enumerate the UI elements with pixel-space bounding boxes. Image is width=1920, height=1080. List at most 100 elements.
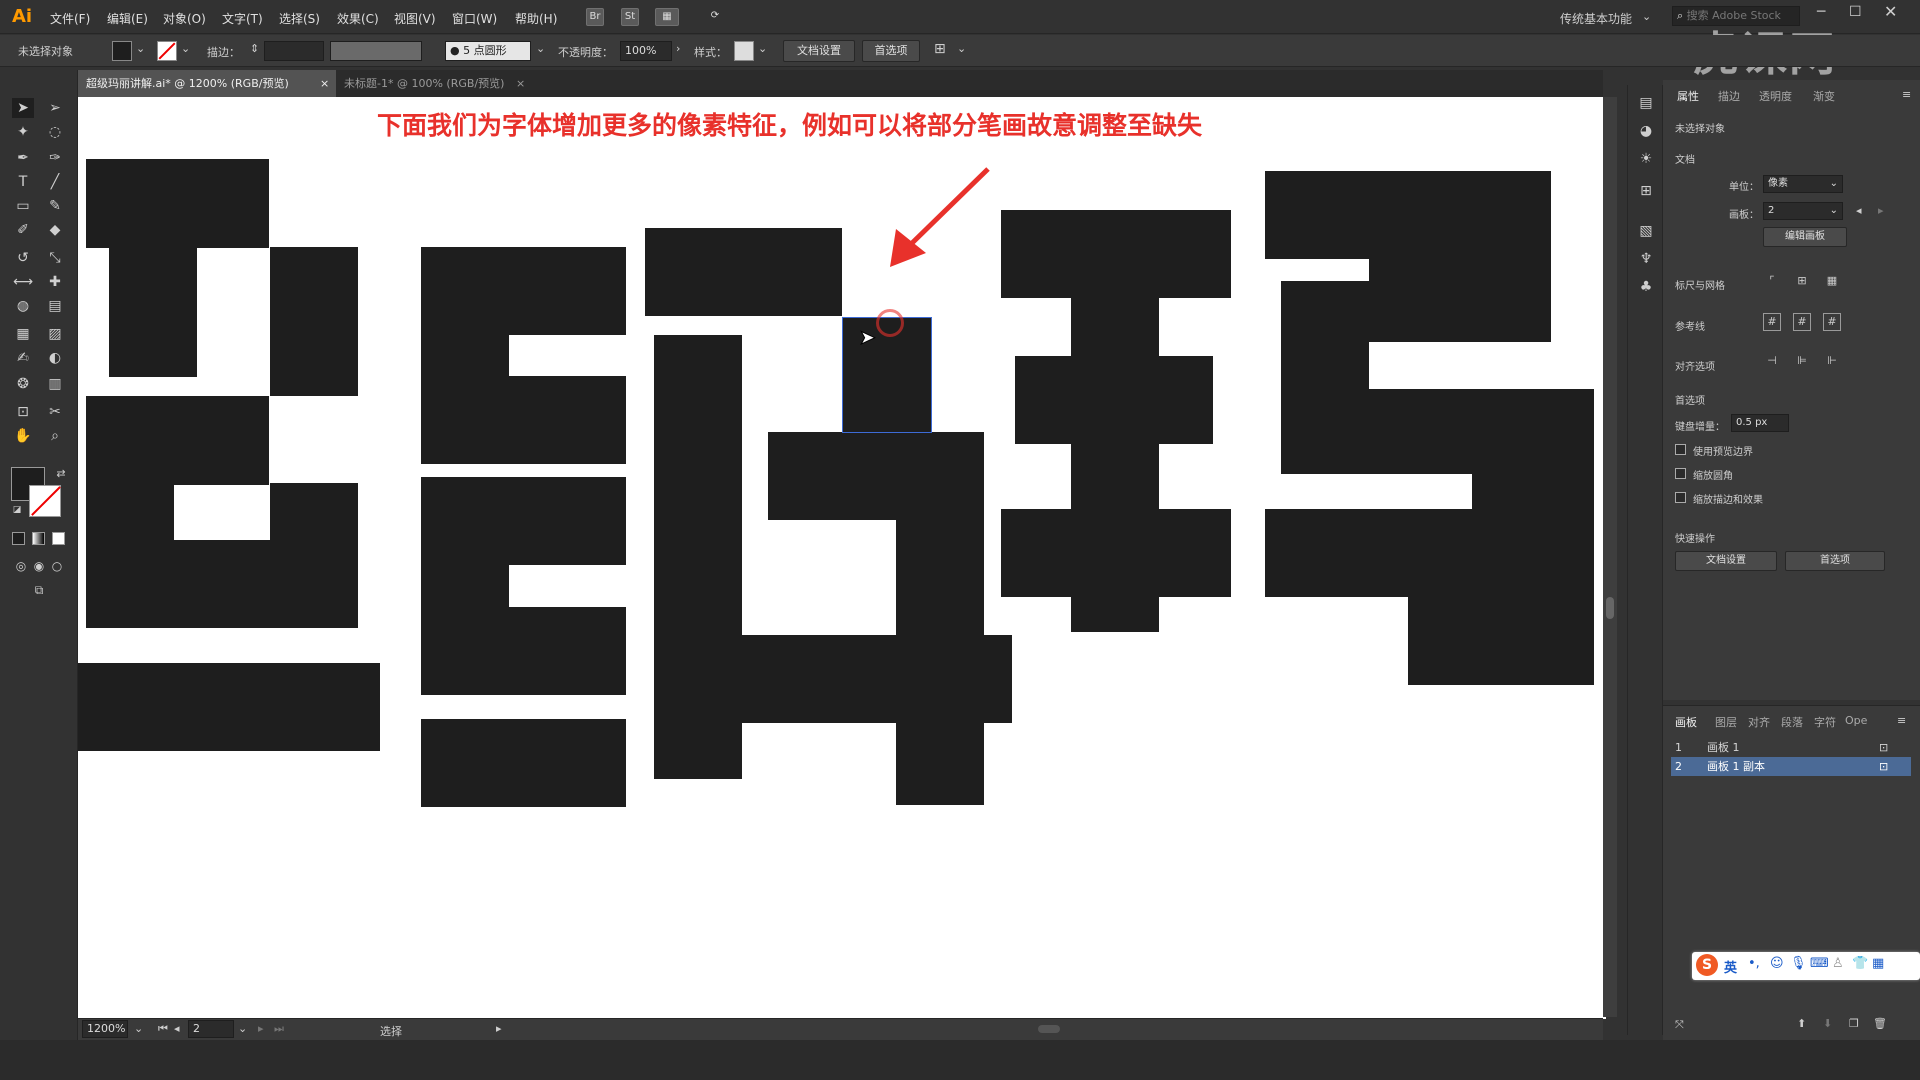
maximize-icon[interactable]: ☐ (1849, 4, 1862, 20)
fill-swatch[interactable] (112, 41, 132, 61)
glyph-ji-stroke[interactable] (896, 432, 984, 805)
artboard-row[interactable]: 2 画板 1 副本 ⊡ (1671, 757, 1911, 776)
eyedropper-tool-icon[interactable]: ✍ (12, 348, 34, 368)
eraser-tool-icon[interactable]: ◆ (44, 220, 66, 240)
gradient-mode-icon[interactable] (32, 532, 45, 545)
glyph-chao-stroke[interactable] (86, 396, 269, 485)
glyph-chao-stroke[interactable] (86, 159, 269, 248)
menu-select[interactable]: 选择(S) (279, 10, 320, 27)
snap-to-point-icon[interactable]: ⊣ (1763, 353, 1781, 371)
scale-strokes-checkbox[interactable] (1675, 492, 1686, 503)
magic-wand-tool-icon[interactable]: ✦ (12, 122, 34, 142)
show-guides-icon[interactable]: # (1763, 313, 1781, 331)
menu-file[interactable]: 文件(F) (50, 10, 90, 27)
snap-to-pixel-icon[interactable]: ⊫ (1793, 353, 1811, 371)
zoom-level[interactable]: 1200% (82, 1020, 128, 1038)
symbol-sprayer-tool-icon[interactable]: ❂ (12, 374, 34, 394)
symbols-panel-icon[interactable]: ♣ (1635, 277, 1657, 297)
smart-guides-icon[interactable]: # (1823, 313, 1841, 331)
workspace-chevron-icon[interactable]: ⌄ (1642, 10, 1651, 23)
transform-panel-icon[interactable]: ⊞ (1635, 181, 1657, 201)
artboard-chevron-icon[interactable]: ⌄ (238, 1022, 247, 1035)
artboard-select[interactable]: 2 ⌄ (1763, 202, 1843, 220)
brush-definition[interactable]: ● 5 点圆形 (445, 41, 531, 61)
color-mode-icon[interactable] (12, 532, 25, 545)
tab-paragraph[interactable]: 段落 (1781, 714, 1803, 730)
toolbox-icon[interactable]: ▦ (1872, 956, 1884, 971)
menu-help[interactable]: 帮助(H) (515, 10, 557, 27)
swap-colors-icon[interactable]: ⇄ (50, 464, 72, 484)
stroke-chevron-icon[interactable]: ⌄ (181, 42, 190, 55)
tab-super-mario[interactable]: 超级玛丽讲解.ai* @ 1200% (RGB/预览) × (78, 70, 336, 97)
glyph-chao-stroke[interactable] (174, 540, 358, 628)
sogou-logo-icon[interactable]: S (1696, 954, 1718, 976)
new-artboard-icon[interactable]: ❐ (1849, 1017, 1859, 1030)
mesh-tool-icon[interactable]: ▦ (12, 324, 34, 344)
glyph-ma-stroke[interactable] (1265, 509, 1594, 597)
tab-stroke[interactable]: 描边 (1718, 88, 1740, 104)
input-mode-toggle[interactable]: 英 (1724, 957, 1737, 976)
glyph-ji-stroke[interactable] (421, 477, 626, 565)
arrange-documents-icon[interactable]: ▦ (655, 8, 679, 26)
glyph-ma-stroke[interactable] (1408, 597, 1594, 685)
user-icon[interactable]: ♙ (1832, 956, 1844, 971)
artboard-row[interactable]: 1 画板 1 ⊡ (1671, 738, 1911, 757)
unit-select[interactable]: 像素 ⌄ (1763, 175, 1843, 193)
artboard-options-icon[interactable]: ⊡ (1879, 738, 1888, 757)
transparency-grid-icon[interactable]: ▦ (1823, 273, 1841, 291)
pen-tool-icon[interactable]: ✒ (12, 148, 34, 168)
slice-tool-icon[interactable]: ✂ (44, 402, 66, 422)
stock-icon[interactable]: St (621, 8, 639, 26)
tab-properties[interactable]: 属性 (1677, 88, 1699, 104)
screen-mode-icon[interactable]: ⧉ (28, 580, 50, 600)
quick-document-setup-button[interactable]: 文档设置 (1675, 551, 1777, 571)
stroke-swatch[interactable] (157, 41, 177, 61)
status-arrow-icon[interactable]: ▸ (496, 1022, 502, 1035)
first-artboard-icon[interactable]: ⏮ (158, 1022, 168, 1036)
glyph-chao-stroke[interactable] (109, 247, 197, 377)
stroke-weight-input[interactable] (264, 41, 324, 61)
selection-tool-icon[interactable]: ➤ (12, 98, 34, 118)
delete-artboard-icon[interactable]: 🗑 (1873, 1017, 1887, 1030)
next-artboard-icon[interactable]: ▸ (1878, 204, 1884, 217)
glyph-ji-stroke[interactable] (421, 376, 626, 464)
menu-window[interactable]: 窗口(W) (452, 10, 497, 27)
opacity-input[interactable]: 100% (620, 41, 672, 61)
scroll-thumb[interactable] (1606, 597, 1614, 619)
shape-builder-tool-icon[interactable]: ◍ (12, 296, 34, 316)
glyph-ji-stroke[interactable] (645, 228, 842, 316)
emoji-icon[interactable]: ☺ (1770, 956, 1784, 971)
graphic-style-swatch[interactable] (734, 41, 754, 61)
horizontal-scroll-thumb[interactable] (1038, 1025, 1060, 1033)
glyph-ji-stroke[interactable] (421, 719, 626, 807)
lock-guides-icon[interactable]: # (1793, 313, 1811, 331)
tab-artboards[interactable]: 画板 (1675, 714, 1697, 730)
arrange-chevron-icon[interactable]: ⌄ (957, 42, 966, 55)
tab-align[interactable]: 对齐 (1748, 714, 1770, 730)
scale-corners-checkbox[interactable] (1675, 468, 1686, 479)
document-setup-button[interactable]: 文档设置 (783, 40, 855, 62)
voice-input-icon[interactable]: 🎙 (1790, 956, 1807, 971)
gpu-performance-icon[interactable]: ⟳ (706, 8, 724, 26)
variable-width-profile[interactable] (330, 41, 422, 61)
snap-to-glyph-icon[interactable]: ⊩ (1823, 353, 1841, 371)
prev-artboard-icon[interactable]: ◂ (1856, 204, 1862, 217)
menu-type[interactable]: 文字(T) (222, 10, 263, 27)
menu-edit[interactable]: 编辑(E) (107, 10, 148, 27)
glyph-ma-stroke[interactable] (1472, 389, 1594, 509)
rotate-tool-icon[interactable]: ↺ (12, 248, 34, 268)
artboard[interactable]: 下面我们为字体增加更多的像素特征，例如可以将部分笔画故意调整至缺失 ➤ (78, 97, 1606, 1019)
glyph-chao-stroke[interactable] (86, 482, 174, 628)
tab-close-icon[interactable]: × (320, 70, 329, 97)
glyph-ma-stroke[interactable] (1015, 356, 1213, 444)
width-tool-icon[interactable]: ⟷ (12, 272, 34, 292)
tab-close-icon[interactable]: × (516, 70, 525, 97)
glyph-chao-stroke[interactable] (78, 663, 380, 751)
grid-icon[interactable]: ⊞ (1793, 273, 1811, 291)
scale-tool-icon[interactable]: ⤡ (44, 248, 66, 268)
draw-inside-icon[interactable]: ○ (46, 556, 68, 576)
workspace-switcher[interactable]: 传统基本功能 (1560, 10, 1632, 27)
glyph-ji-stroke[interactable] (654, 335, 742, 779)
use-preview-bounds-checkbox[interactable] (1675, 444, 1686, 455)
layers-panel-icon[interactable]: ▧ (1635, 221, 1657, 241)
